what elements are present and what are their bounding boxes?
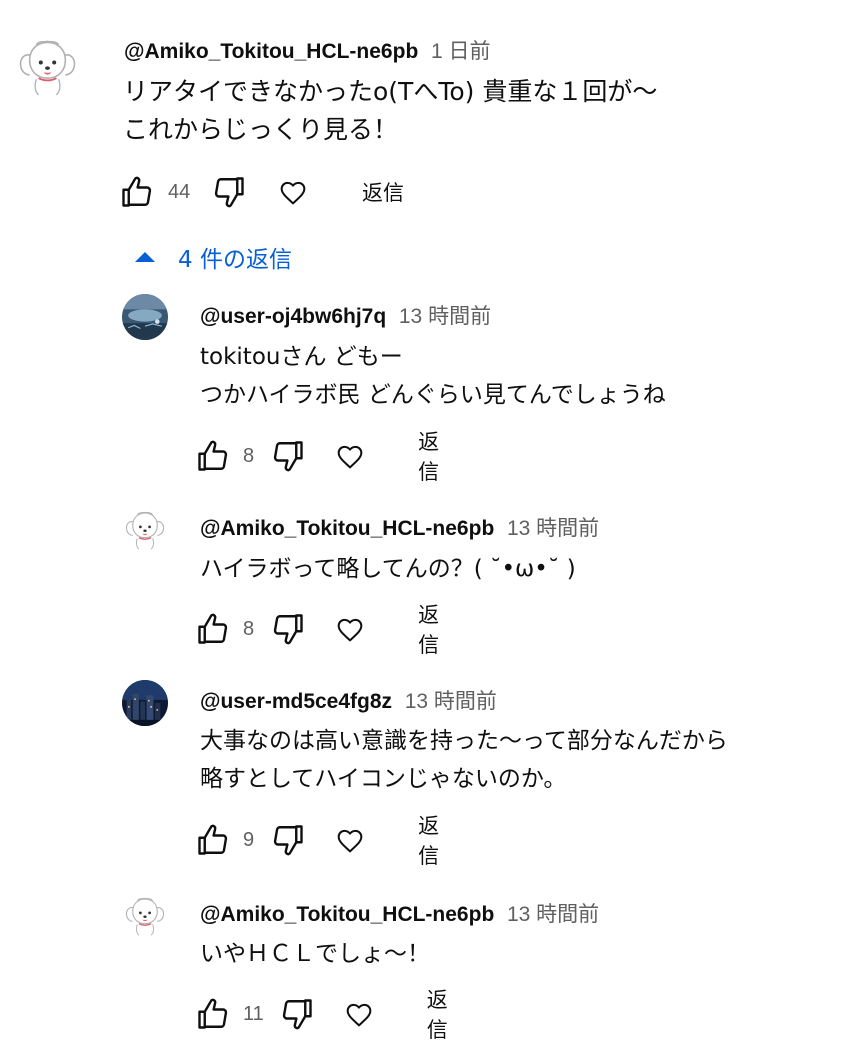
heart-icon <box>334 824 366 856</box>
author-name[interactable]: @Amiko_Tokitou_HCL-ne6pb <box>200 517 494 540</box>
thumbs-up-icon <box>195 438 231 474</box>
caret-up-icon <box>135 252 155 262</box>
comment-actions: 44 返信 <box>118 172 404 212</box>
like-count: 44 <box>168 180 191 203</box>
like-button[interactable] <box>195 437 231 475</box>
comment-line: 大事なのは高い意識を持った～って部分なんだから <box>200 728 728 754</box>
reply-button[interactable]: 返信 <box>427 984 460 1044</box>
author-name[interactable]: @user-oj4bw6hj7q <box>200 305 386 328</box>
aquarium-avatar-icon[interactable] <box>122 294 168 340</box>
like-count: 8 <box>243 444 255 467</box>
comment-line: 略すとしてハイコンじゃないのか。 <box>200 766 567 792</box>
comment-header: @Amiko_Tokitou_HCL-ne6pb 1 日前 <box>124 35 490 65</box>
dog-avatar-icon[interactable] <box>122 507 168 553</box>
comment-header: @Amiko_Tokitou_HCL-ne6pb 13 時間前 <box>200 512 599 542</box>
heart-icon <box>334 613 366 645</box>
heart-button[interactable] <box>334 823 366 857</box>
dislike-button[interactable] <box>210 173 248 211</box>
thumbs-up-icon <box>195 611 231 647</box>
dislike-button[interactable] <box>279 995 315 1033</box>
comment-header: @Amiko_Tokitou_HCL-ne6pb 13 時間前 <box>200 898 599 928</box>
comment-line: いやＨＣＬでしょ～！ <box>200 941 430 967</box>
dog-avatar-icon[interactable] <box>122 893 168 939</box>
reply-button[interactable]: 返信 <box>362 177 404 207</box>
comment-text: いやＨＣＬでしょ～！ <box>200 935 430 973</box>
like-button[interactable] <box>195 995 231 1033</box>
thumbs-down-icon <box>270 611 306 647</box>
comment-time[interactable]: 1 日前 <box>431 40 491 63</box>
author-name[interactable]: @Amiko_Tokitou_HCL-ne6pb <box>124 40 418 63</box>
heart-button[interactable] <box>334 439 366 473</box>
dislike-button[interactable] <box>270 437 306 475</box>
comment-time[interactable]: 13 時間前 <box>507 517 599 540</box>
heart-button[interactable] <box>334 612 366 646</box>
comment-line: ハイラボって略してんの？( ˘•ω•˘ ) <box>200 556 576 582</box>
replies-toggle-label: 4 件の返信 <box>178 247 292 273</box>
thumbs-down-icon <box>270 822 306 858</box>
like-button[interactable] <box>195 610 231 648</box>
comment-actions: 8 返信 <box>195 603 450 657</box>
heart-icon <box>343 998 375 1030</box>
dislike-button[interactable] <box>270 821 306 859</box>
like-count: 8 <box>243 617 255 640</box>
like-button[interactable] <box>195 821 231 859</box>
comment-text: リアタイできなかったo(TへTo) 貴重な１回が～ これからじっくり見る！ <box>123 73 657 149</box>
replies-toggle[interactable]: 4 件の返信 <box>134 240 292 274</box>
heart-icon <box>277 176 309 208</box>
like-button[interactable] <box>118 173 156 211</box>
comment-actions: 9 返信 <box>195 814 450 868</box>
comment-actions: 8 返信 <box>195 430 450 484</box>
comment-header: @user-md5ce4fg8z 13 時間前 <box>200 685 497 715</box>
comment-line: つかハイラボ民 どんぐらい見てんでしょうね <box>200 382 666 408</box>
thumbs-down-icon <box>279 996 315 1032</box>
thumbs-down-icon <box>211 174 247 210</box>
thumbs-up-icon <box>195 996 231 1032</box>
like-count: 11 <box>243 1002 264 1025</box>
top-level-comment: @Amiko_Tokitou_HCL-ne6pb 1 日前 リアタイできなかった… <box>0 0 852 220</box>
reply-button[interactable]: 返信 <box>418 599 450 659</box>
heart-button[interactable] <box>276 175 310 209</box>
night-city-avatar-icon[interactable] <box>122 680 168 726</box>
dislike-button[interactable] <box>270 610 306 648</box>
heart-button[interactable] <box>343 997 375 1031</box>
thumbs-down-icon <box>270 438 306 474</box>
reply-button[interactable]: 返信 <box>418 426 450 486</box>
thumbs-up-icon <box>119 174 155 210</box>
dog-avatar-icon[interactable] <box>14 26 81 108</box>
thumbs-up-icon <box>195 822 231 858</box>
comment-actions: 11 返信 <box>195 988 460 1042</box>
comment-time[interactable]: 13 時間前 <box>399 305 491 328</box>
comment-line: リアタイできなかったo(TへTo) 貴重な１回が～ <box>123 77 658 106</box>
comment-thread: @Amiko_Tokitou_HCL-ne6pb 1 日前 リアタイできなかった… <box>0 0 852 1057</box>
heart-icon <box>334 440 366 472</box>
author-name[interactable]: @Amiko_Tokitou_HCL-ne6pb <box>200 903 494 926</box>
comment-line: これからじっくり見る！ <box>123 115 399 144</box>
reply-button[interactable]: 返信 <box>418 810 450 870</box>
author-name[interactable]: @user-md5ce4fg8z <box>200 690 392 713</box>
comment-text: 大事なのは高い意識を持った～って部分なんだから 略すとしてハイコンじゃないのか。 <box>200 722 728 798</box>
comment-header: @user-oj4bw6hj7q 13 時間前 <box>200 300 491 330</box>
comment-time[interactable]: 13 時間前 <box>405 690 497 713</box>
comment-time[interactable]: 13 時間前 <box>507 903 599 926</box>
comment-text: tokitouさん どもー つかハイラボ民 どんぐらい見てんでしょうね <box>200 338 666 414</box>
comment-text: ハイラボって略してんの？( ˘•ω•˘ ) <box>200 550 576 588</box>
like-count: 9 <box>243 828 255 851</box>
comment-line: tokitouさん どもー <box>200 344 403 370</box>
